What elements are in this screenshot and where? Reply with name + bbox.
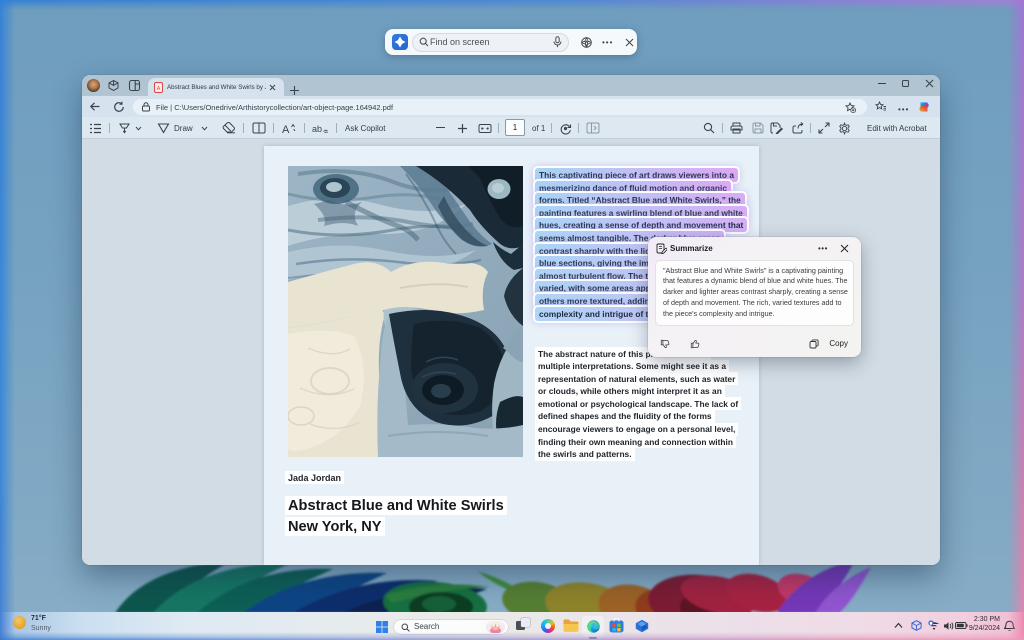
svg-text:ab: ab — [312, 124, 322, 134]
svg-text:A: A — [282, 124, 290, 135]
